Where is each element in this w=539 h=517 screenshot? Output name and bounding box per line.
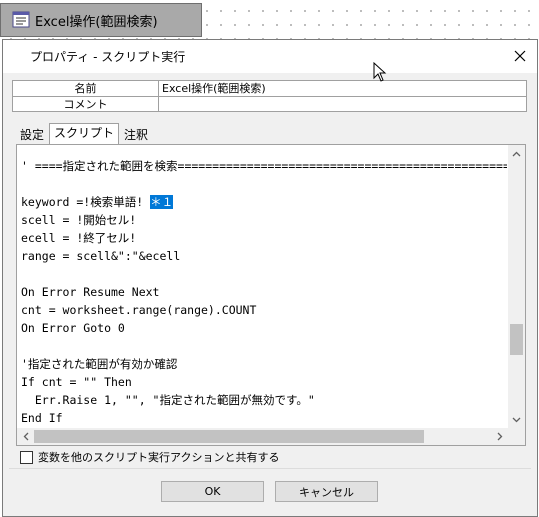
node-title: Excel操作(範囲検索) (35, 14, 158, 30)
property-key: コメント (13, 97, 159, 112)
tab-notes[interactable]: 注釈 (119, 125, 153, 143)
code-text: '指定された範囲が有効か確認 (21, 357, 178, 371)
script-editor[interactable]: ' ====指定された範囲を検索========================… (16, 144, 526, 446)
code-line[interactable]: If cnt = "" Then (21, 373, 507, 391)
dialog-titlebar[interactable]: プロパティ - スクリプト実行 (3, 40, 537, 73)
close-icon[interactable] (511, 47, 529, 65)
property-row-name: 名前 Excel操作(範囲検索) (13, 81, 526, 97)
scroll-left-icon[interactable] (17, 428, 34, 445)
share-variables-label: 変数を他のスクリプト実行アクションと共有する (38, 451, 280, 464)
code-line[interactable]: On Error Resume Next (21, 283, 507, 301)
code-text: ecell = !終了セル! (21, 231, 137, 245)
code-line[interactable]: '指定された範囲が有効か確認 (21, 355, 507, 373)
property-key: 名前 (13, 81, 159, 96)
properties-dialog: プロパティ - スクリプト実行 名前 Excel操作(範囲検索) コメント 設定… (2, 39, 538, 517)
vertical-scrollbar[interactable] (508, 145, 525, 428)
code-line[interactable]: On Error Goto 0 (21, 319, 507, 337)
tab-settings[interactable]: 設定 (15, 125, 49, 143)
code-text: End If (21, 411, 63, 425)
scrollbar-corner (508, 428, 525, 445)
code-text: keyword =!検索単語! (21, 195, 151, 209)
property-value[interactable]: Excel操作(範囲検索) (159, 81, 526, 96)
tab-bar: 設定 スクリプト 注釈 (15, 123, 153, 144)
code-text: On Error Goto 0 (21, 321, 125, 335)
dialog-title: プロパティ - スクリプト実行 (30, 50, 186, 64)
vertical-scroll-thumb[interactable] (510, 324, 523, 355)
scroll-down-icon[interactable] (508, 411, 525, 428)
property-row-comment: コメント (13, 97, 526, 112)
script-window-icon (11, 10, 31, 30)
code-line[interactable]: Err.Raise 1, "", "指定された範囲が無効です。" (21, 391, 507, 409)
share-variables-option[interactable]: 変数を他のスクリプト実行アクションと共有する (20, 449, 279, 465)
code-line[interactable]: scell = !開始セル! (21, 211, 507, 229)
scroll-right-icon[interactable] (491, 428, 508, 445)
code-line[interactable] (21, 337, 507, 355)
cancel-button[interactable]: キャンセル (275, 481, 378, 502)
code-line[interactable]: End If (21, 409, 507, 427)
code-line[interactable]: cnt = worksheet.range(range).COUNT (21, 301, 507, 319)
horizontal-scroll-thumb[interactable] (34, 430, 424, 443)
divider (9, 468, 531, 469)
code-line[interactable]: keyword =!検索単語! ＊１ (21, 193, 507, 211)
code-text: ' ====指定された範囲を検索========================… (21, 159, 507, 173)
properties-table: 名前 Excel操作(範囲検索) コメント (12, 80, 527, 112)
script-node[interactable]: Excel操作(範囲検索) (0, 3, 202, 37)
code-text: On Error Resume Next (21, 285, 160, 299)
code-line[interactable]: ecell = !終了セル! (21, 229, 507, 247)
code-line[interactable] (21, 265, 507, 283)
code-line[interactable]: range = scell&":"&ecell (21, 247, 507, 265)
property-value[interactable] (159, 97, 526, 112)
horizontal-scrollbar[interactable] (17, 428, 508, 445)
code-line[interactable] (21, 175, 507, 193)
scroll-up-icon[interactable] (508, 145, 525, 162)
mouse-cursor-icon (373, 62, 387, 82)
code-line[interactable]: ' ====指定された範囲を検索========================… (21, 157, 507, 175)
code-text: range = scell&":"&ecell (21, 249, 181, 263)
code-area[interactable]: ' ====指定された範囲を検索========================… (21, 157, 507, 428)
code-text: cnt = worksheet.range(range).COUNT (21, 303, 257, 317)
selected-text[interactable]: ＊１ (150, 195, 174, 209)
code-text: Err.Raise 1, "", "指定された範囲が無効です。" (21, 393, 315, 407)
code-text: If cnt = "" Then (21, 375, 132, 389)
share-variables-checkbox[interactable] (20, 450, 33, 464)
ok-button[interactable]: OK (161, 481, 264, 502)
code-text: scell = !開始セル! (21, 213, 137, 227)
tab-script[interactable]: スクリプト (49, 123, 120, 144)
